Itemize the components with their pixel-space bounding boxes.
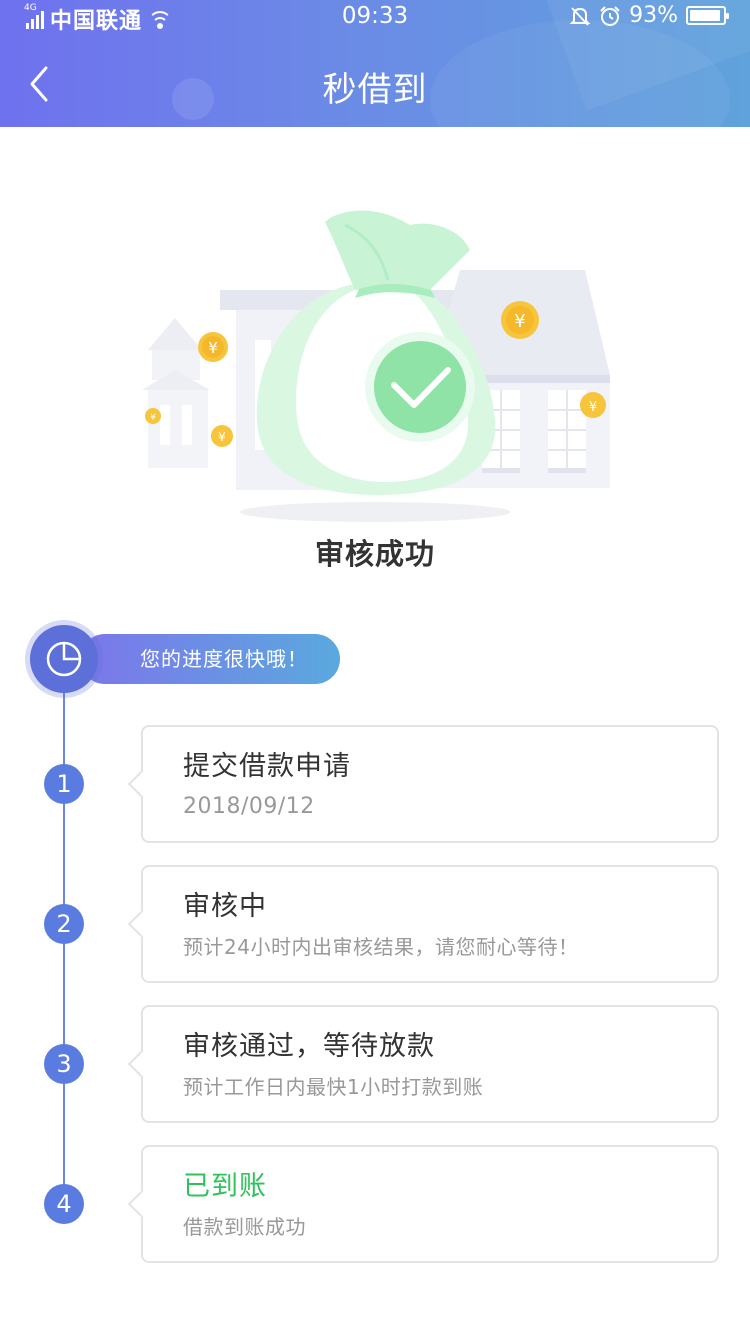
- svg-text:¥: ¥: [208, 339, 218, 357]
- step-card-2: 审核中 预计24小时内出审核结果，请您耐心等待！: [141, 865, 719, 983]
- navigation-bar: 秒借到: [0, 42, 750, 127]
- step-number-3: 3: [44, 1044, 84, 1084]
- step-title: 审核中: [183, 891, 267, 922]
- step-date: 2018/09/12: [183, 794, 315, 819]
- step-subtitle: 借款到账成功: [183, 1215, 306, 1239]
- result-title: 审核成功: [314, 537, 435, 571]
- progress-tip-label: 您的进度很快哦！: [80, 634, 340, 684]
- battery-icon: [686, 6, 729, 25]
- pie-clock-icon: [46, 641, 82, 677]
- alarm-icon: [600, 5, 620, 26]
- status-bar: 4G 中国联通 09:33 93%: [0, 0, 750, 34]
- battery-percent: 93%: [629, 3, 678, 28]
- svg-text:¥: ¥: [150, 413, 156, 423]
- status-right: 93%: [569, 3, 729, 28]
- page-title: 秒借到: [322, 70, 428, 110]
- svg-text:¥: ¥: [514, 311, 525, 332]
- step-subtitle: 预计24小时内出审核结果，请您耐心等待！: [183, 935, 579, 959]
- step-card-1: 提交借款申请 2018/09/12: [141, 725, 719, 843]
- mute-bell-icon: [569, 6, 591, 26]
- step-title: 审核通过，等待放款: [183, 1031, 435, 1062]
- step-title: 已到账: [183, 1171, 267, 1202]
- step-card-3: 审核通过，等待放款 预计工作日内最快1小时打款到账: [141, 1005, 719, 1123]
- success-illustration: ¥ ¥ ¥ ¥ ¥: [130, 190, 630, 530]
- pie-clock-icon-badge: [30, 625, 98, 693]
- step-number-1: 1: [44, 764, 84, 804]
- header-bar: 4G 中国联通 09:33 93% 秒借到: [0, 0, 750, 127]
- svg-text:¥: ¥: [589, 400, 597, 415]
- step-title: 提交借款申请: [183, 751, 351, 782]
- step-number-2: 2: [44, 904, 84, 944]
- money-bag-check-icon: ¥ ¥ ¥ ¥ ¥: [142, 210, 610, 522]
- step-number-4: 4: [44, 1184, 84, 1224]
- battery-fill: [690, 10, 720, 21]
- step-card-4: 已到账 借款到账成功: [141, 1145, 719, 1263]
- svg-text:¥: ¥: [218, 430, 226, 444]
- step-subtitle: 预计工作日内最快1小时打款到账: [183, 1075, 484, 1099]
